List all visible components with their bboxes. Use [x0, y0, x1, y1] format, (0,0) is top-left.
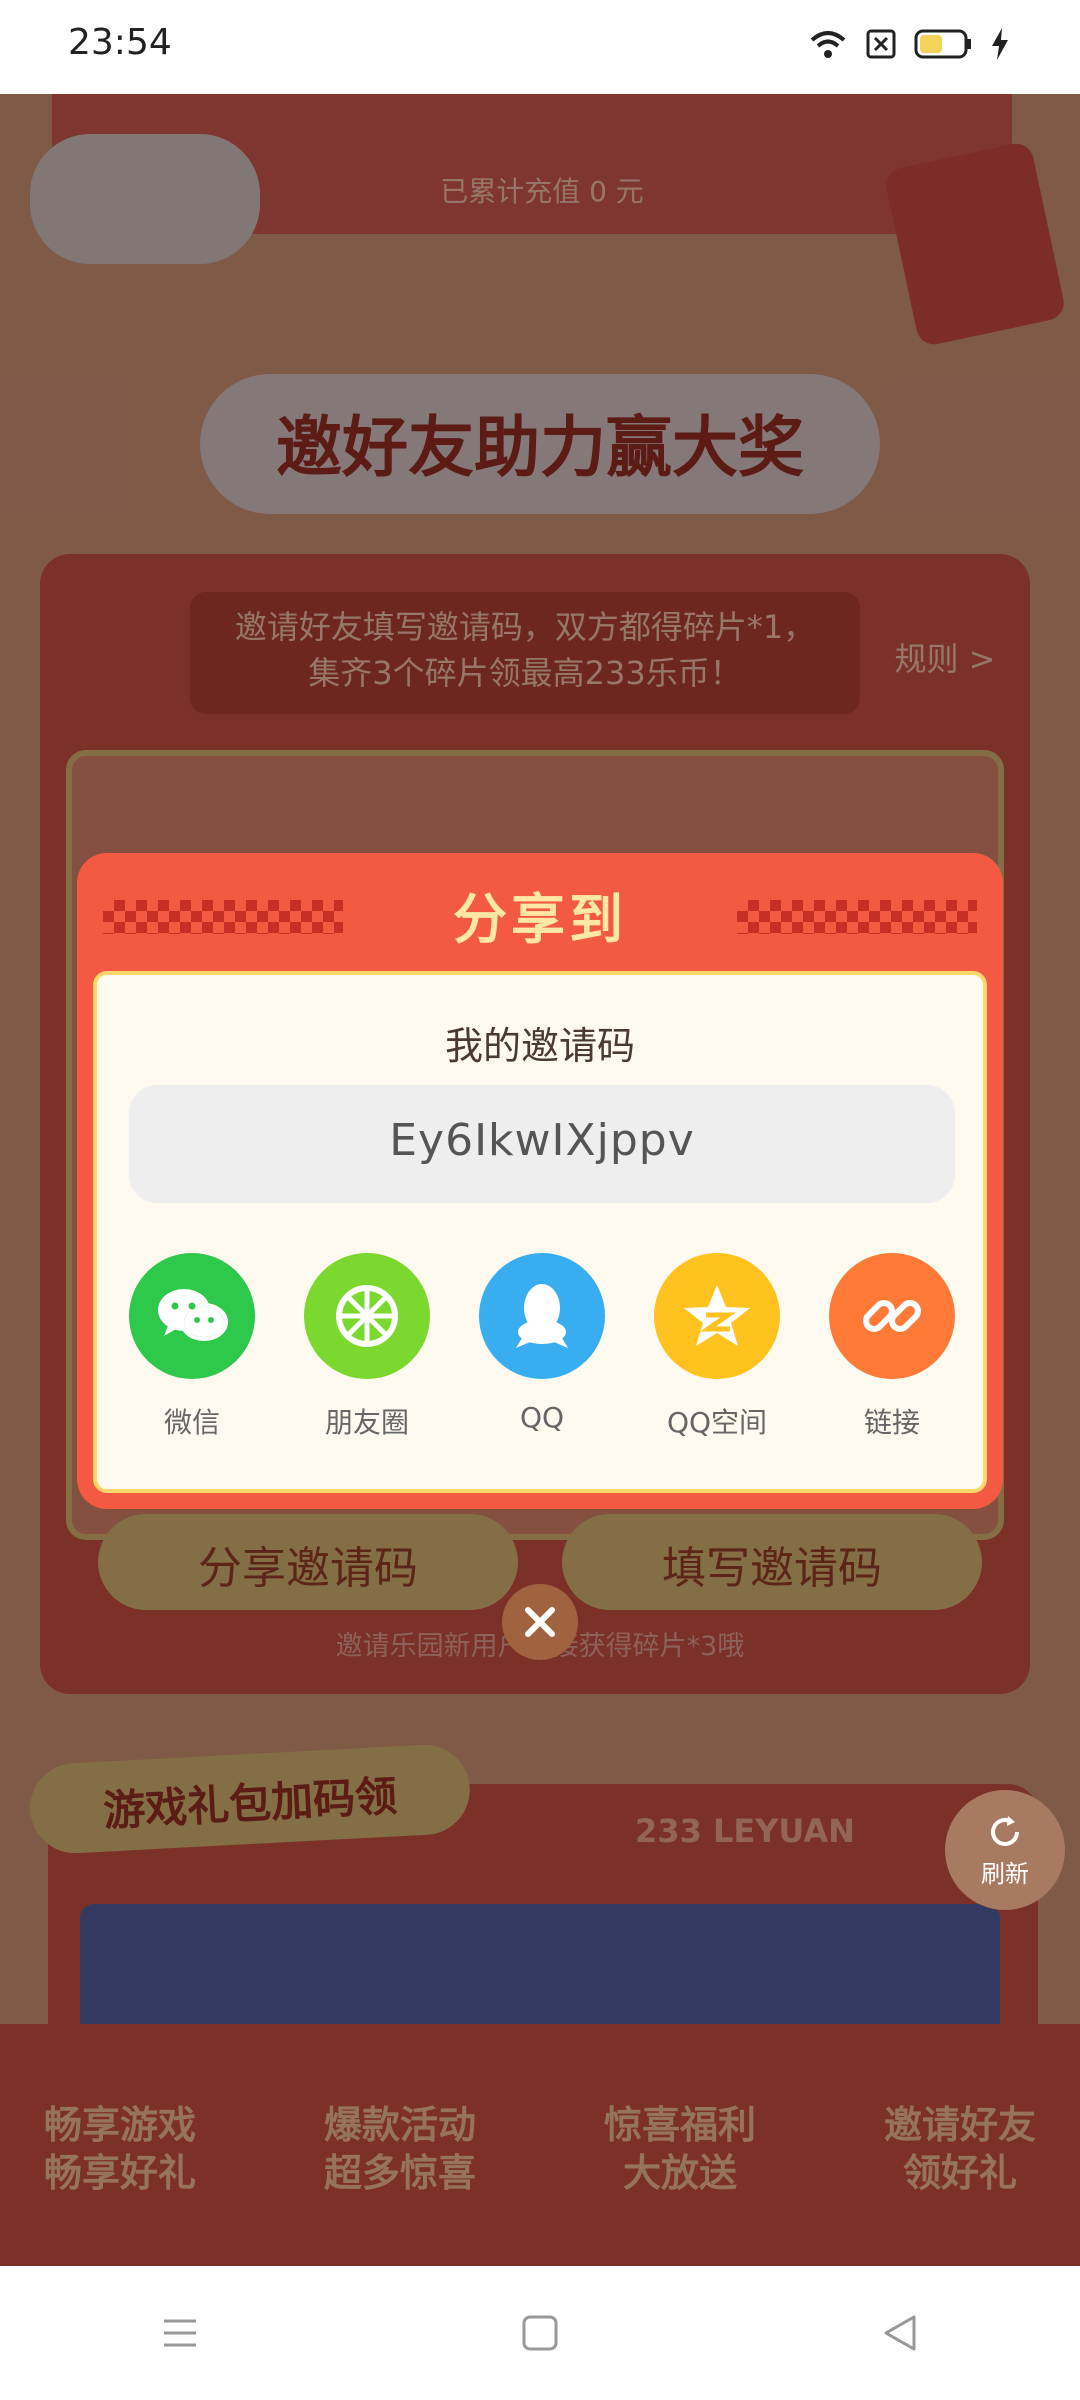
close-icon[interactable] — [520, 1602, 560, 1642]
share-moments-label: 朋友圈 — [324, 1406, 409, 1439]
invite-code-value: Ey6IkwIXjppv — [389, 1115, 695, 1166]
share-qq-label: QQ — [519, 1401, 565, 1434]
share-dialog: 分享到 我的邀请码 Ey6IkwIXjppv 微信 朋友圈 QQ QQ空间 链接 — [77, 853, 1003, 1509]
share-wechat-button[interactable]: 微信 — [129, 1253, 255, 1441]
sim-blocked-icon — [866, 29, 896, 59]
invite-code-box[interactable]: Ey6IkwIXjppv — [129, 1085, 955, 1203]
share-qzone-label: QQ空间 — [666, 1406, 768, 1439]
home-icon[interactable] — [520, 2313, 560, 2353]
share-wechat-label: 微信 — [163, 1406, 220, 1439]
status-time: 23:54 — [68, 22, 172, 63]
share-targets: 微信 朋友圈 QQ QQ空间 链接 — [129, 1253, 955, 1441]
share-link-button[interactable]: 链接 — [829, 1253, 955, 1441]
menu-button[interactable] — [120, 2293, 240, 2373]
dialog-title: 分享到 — [453, 888, 627, 951]
close-dialog-button[interactable] — [502, 1584, 578, 1660]
wifi-icon — [810, 31, 846, 58]
invite-code-label: 我的邀请码 — [444, 1024, 635, 1068]
dialog-body: 我的邀请码 Ey6IkwIXjppv 微信 朋友圈 QQ QQ空间 链接 — [93, 971, 987, 1493]
refresh-label: 刷新 — [981, 1859, 1029, 1888]
refresh-icon — [991, 1815, 1019, 1846]
home-button[interactable] — [480, 2293, 600, 2373]
qq-icon[interactable] — [479, 1253, 605, 1379]
qzone-icon[interactable] — [654, 1253, 780, 1379]
back-button[interactable] — [840, 2293, 960, 2373]
share-qq-button[interactable]: QQ — [479, 1253, 605, 1441]
charging-icon — [992, 28, 1008, 60]
back-icon[interactable] — [880, 2313, 920, 2353]
system-nav-bar — [0, 2266, 1080, 2400]
share-qzone-button[interactable]: QQ空间 — [654, 1253, 780, 1441]
moments-icon[interactable] — [304, 1253, 430, 1379]
menu-icon[interactable] — [160, 2313, 200, 2353]
share-moments-button[interactable]: 朋友圈 — [304, 1253, 430, 1441]
wechat-icon[interactable] — [129, 1253, 255, 1379]
status-bar: 23:54 — [0, 0, 1080, 94]
battery-icon — [914, 29, 971, 59]
refresh-button[interactable]: 刷新 — [945, 1790, 1065, 1910]
link-icon[interactable] — [829, 1253, 955, 1379]
share-link-label: 链接 — [863, 1406, 920, 1439]
status-icons — [808, 28, 1010, 60]
